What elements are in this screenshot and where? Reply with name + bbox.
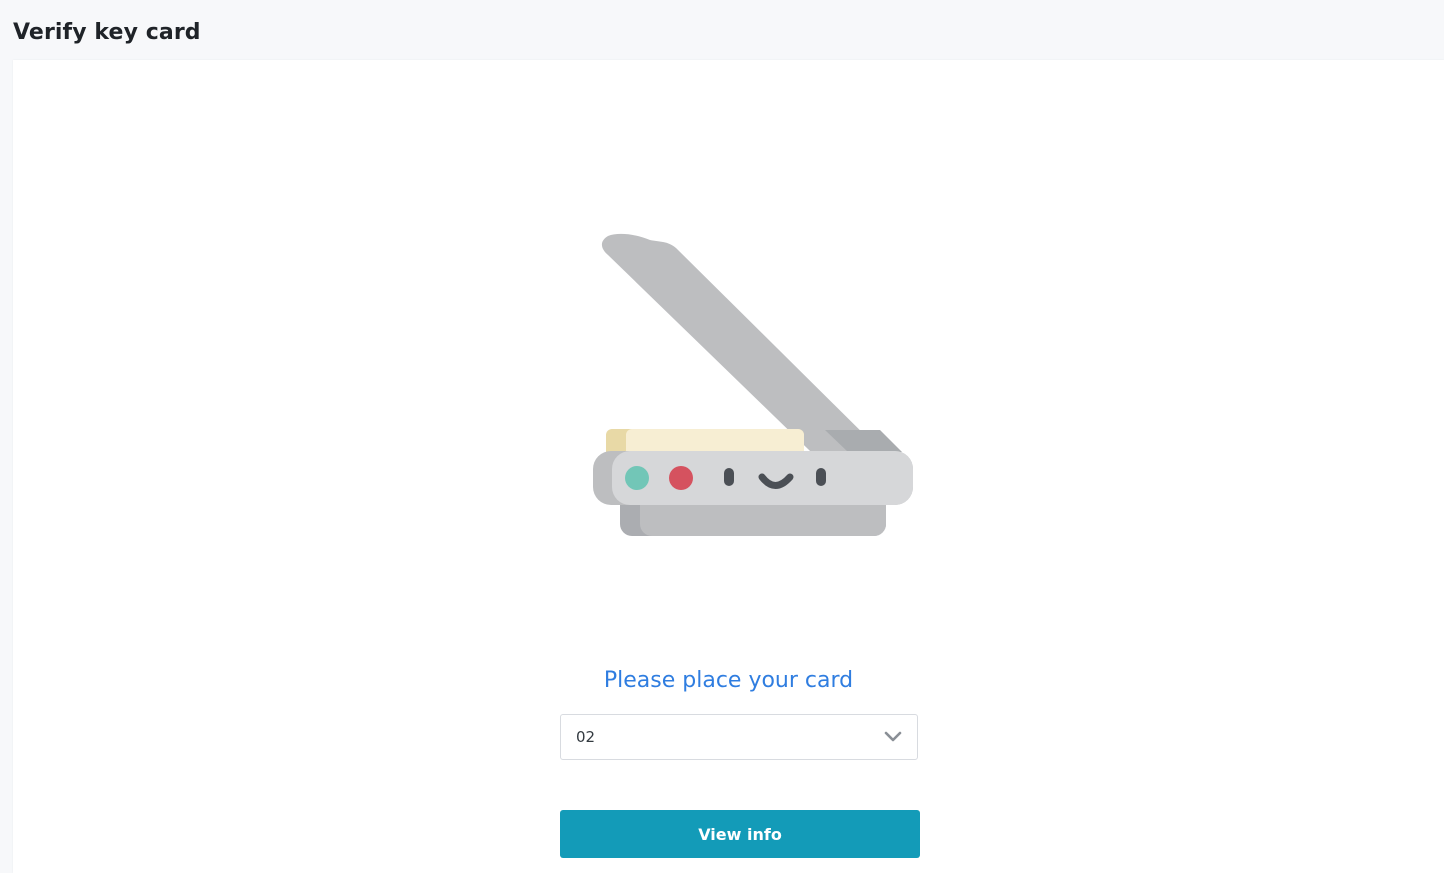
card-reader-select[interactable]: 02 [560, 714, 918, 760]
scanner-icon [593, 233, 913, 536]
place-card-prompt: Please place your card [603, 668, 854, 693]
chevron-down-icon[interactable] [883, 730, 903, 744]
card-reader-select-value: 02 [576, 728, 596, 746]
verify-panel: Please place your card 02 View info [13, 60, 1444, 873]
page-title: Verify key card [13, 20, 201, 45]
view-info-button[interactable]: View info [560, 810, 920, 858]
